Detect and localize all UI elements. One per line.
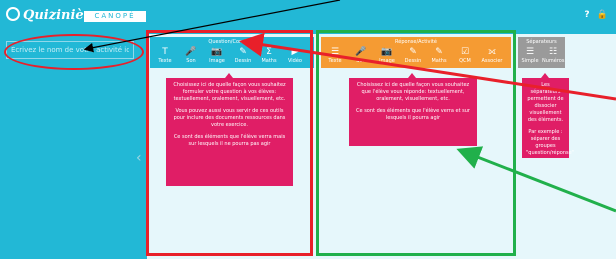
annotation-arrows xyxy=(83,0,616,213)
black-arrow xyxy=(83,0,341,53)
red-arrow xyxy=(239,32,616,101)
green-arrow xyxy=(456,146,616,213)
